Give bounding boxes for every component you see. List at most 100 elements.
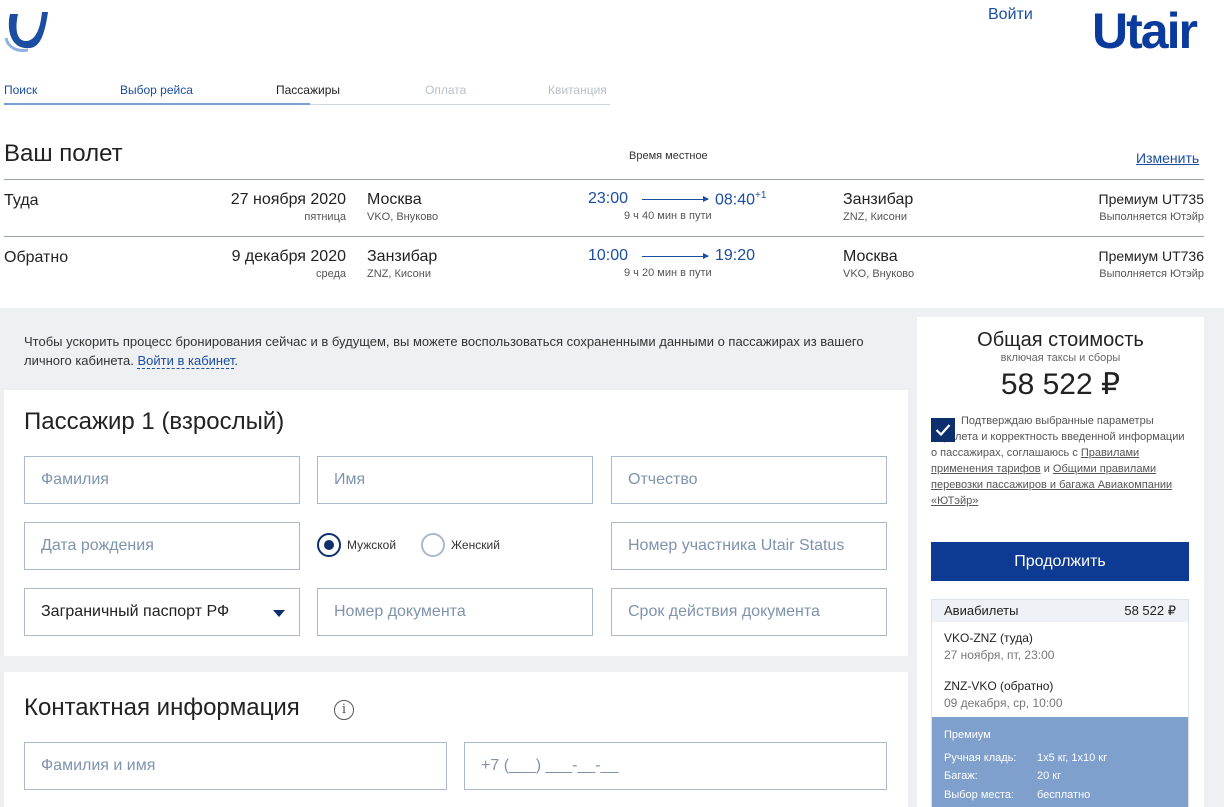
- leg-arrival-time: 08:40: [715, 191, 756, 209]
- steps-progress-bar: [4, 103, 310, 105]
- login-link[interactable]: Войти: [988, 6, 1033, 24]
- change-flight-link[interactable]: Изменить: [1136, 150, 1199, 166]
- cabinet-login-link[interactable]: Войти в кабинет: [137, 353, 235, 369]
- document-type-value: Заграничный паспорт РФ: [41, 603, 230, 620]
- agreement-text-1: Подтверждаю выбранные параметры перелета…: [931, 415, 1185, 459]
- status-number-field[interactable]: Номер участника Utair Status: [611, 522, 887, 570]
- booking-steps: Поиск Выбор рейса Пассажиры Оплата Квита…: [4, 83, 610, 105]
- fare-details: Премиум Ручная кладь: 1х5 кг, 1х10 кг Ба…: [932, 717, 1188, 807]
- middle-name-placeholder: Отчество: [628, 471, 698, 488]
- first-name-placeholder: Имя: [334, 471, 366, 488]
- summary-total: 58 522 ₽: [1000, 368, 1121, 401]
- tickets-amount: 58 522 ₽: [1124, 603, 1176, 618]
- fare-row-value: 1х5 кг, 1х10 кг: [1037, 752, 1108, 764]
- chevron-down-icon: [273, 610, 285, 617]
- gender-male-radio[interactable]: Мужской: [317, 533, 396, 557]
- fare-row-key: Выбор места:: [944, 789, 1015, 801]
- tickets-label: Авиабилеты: [944, 603, 1019, 618]
- fare-row-key: Багаж:: [944, 770, 978, 782]
- gender-female-radio[interactable]: Женский: [421, 533, 500, 557]
- document-expiry-placeholder: Срок действия документа: [628, 603, 820, 620]
- last-name-placeholder: Фамилия: [41, 471, 109, 488]
- gender-female-label: Женский: [451, 538, 500, 552]
- cabinet-note-period: .: [234, 353, 239, 368]
- ticket-when: 27 ноября, пт, 23:00: [944, 648, 1055, 662]
- leg-operator: Выполняется Ютэйр: [1099, 211, 1204, 223]
- radio-unchecked-icon: [421, 533, 445, 557]
- step-passengers: Пассажиры: [276, 83, 341, 97]
- leg-to-city: Москва: [843, 248, 898, 265]
- tickets-header: Авиабилеты 58 522 ₽: [932, 600, 1188, 622]
- agreement-checkbox[interactable]: [931, 418, 955, 442]
- leg-departure-time: 10:00: [588, 247, 629, 264]
- leg-from-airport: ZNZ, Кисони: [367, 268, 432, 280]
- leg-weekday: пятница: [304, 211, 346, 223]
- document-expiry-field[interactable]: Срок действия документа: [611, 588, 887, 636]
- arrow-right-icon: [642, 253, 709, 259]
- leg-departure-time: 23:00: [588, 190, 629, 207]
- fare-row-value: бесплатно: [1037, 789, 1091, 801]
- checkmark-icon: [935, 424, 951, 437]
- birth-date-placeholder: Дата рождения: [41, 537, 154, 554]
- leg-direction: Туда: [4, 192, 39, 209]
- leg-from-city: Занзибар: [367, 248, 438, 265]
- document-number-placeholder: Номер документа: [334, 603, 466, 620]
- fare-row-key: Ручная кладь:: [944, 752, 1017, 764]
- leg-from-city: Москва: [367, 191, 422, 208]
- agreement-text: Подтверждаю выбранные параметры перелета…: [931, 413, 1193, 509]
- leg-to-city: Занзибар: [843, 191, 914, 208]
- phone-placeholder: +7 (___) ___-__-__: [481, 757, 619, 774]
- tickets-breakdown: Авиабилеты 58 522 ₽ VKO-ZNZ (туда) 27 но…: [931, 599, 1189, 807]
- flight-section-title: Ваш полет: [4, 140, 123, 167]
- leg-day-offset: +1: [755, 190, 767, 201]
- step-receipt: Квитанция: [548, 83, 607, 97]
- middle-name-field[interactable]: Отчество: [611, 456, 887, 504]
- radio-checked-icon: [317, 533, 341, 557]
- birth-date-field[interactable]: Дата рождения: [24, 522, 300, 570]
- leg-arrival: 19:20: [715, 247, 755, 265]
- leg-fare: Премиум UT735: [1098, 191, 1204, 207]
- fare-row-value: 20 кг: [1037, 770, 1062, 782]
- leg-to-airport: ZNZ, Кисони: [843, 211, 908, 223]
- summary-subtitle: включая таксы и сборы: [1000, 352, 1121, 364]
- continue-button[interactable]: Продолжить: [931, 542, 1189, 581]
- leg-from-airport: VKO, Внуково: [367, 211, 439, 223]
- contact-name-field[interactable]: Фамилия и имя: [24, 742, 447, 790]
- first-name-field[interactable]: Имя: [317, 456, 593, 504]
- summary-title: Общая стоимость: [977, 329, 1144, 351]
- flight-leg-outbound: Туда 27 ноября 2020 пятница Москва VKO, …: [4, 179, 1204, 236]
- contact-form: Контактная информация i Фамилия и имя +7…: [4, 672, 908, 807]
- leg-arrival-time: 19:20: [715, 247, 756, 264]
- leg-fare: Премиум UT736: [1098, 248, 1204, 264]
- leg-operator: Выполняется Ютэйр: [1099, 268, 1204, 280]
- passenger-form: Пассажир 1 (взрослый) Фамилия Имя Отчест…: [4, 390, 908, 656]
- step-payment: Оплата: [425, 83, 467, 97]
- leg-duration: 9 ч 20 мин в пути: [624, 267, 712, 279]
- flight-leg-return: Обратно 9 декабря 2020 среда Занзибар ZN…: [4, 236, 1204, 293]
- fare-title: Премиум: [944, 729, 991, 741]
- leg-to-airport: VKO, Внуково: [843, 268, 915, 280]
- agreement-text-2: и: [1043, 463, 1050, 475]
- utair-logo-icon[interactable]: [4, 10, 50, 54]
- step-search[interactable]: Поиск: [4, 83, 37, 97]
- phone-field[interactable]: +7 (___) ___-__-__: [464, 742, 887, 790]
- cabinet-note: Чтобы ускорить процесс бронирования сейч…: [24, 332, 910, 370]
- leg-arrival: 08:40+1: [715, 190, 766, 209]
- price-summary-panel: Общая стоимость включая таксы и сборы 58…: [917, 317, 1204, 807]
- ticket-when: 09 декабря, ср, 10:00: [944, 696, 1063, 710]
- step-flight-select[interactable]: Выбор рейса: [120, 83, 193, 97]
- document-type-select[interactable]: Заграничный паспорт РФ: [24, 588, 300, 636]
- contact-name-placeholder: Фамилия и имя: [41, 757, 156, 774]
- last-name-field[interactable]: Фамилия: [24, 456, 300, 504]
- leg-weekday: среда: [315, 268, 346, 280]
- gender-male-label: Мужской: [347, 538, 397, 552]
- contact-title: Контактная информация: [24, 694, 300, 721]
- leg-duration: 9 ч 40 мин в пути: [624, 210, 712, 222]
- status-number-placeholder: Номер участника Utair Status: [628, 537, 845, 554]
- document-number-field[interactable]: Номер документа: [317, 588, 593, 636]
- brand-logo[interactable]: Utair: [1092, 2, 1198, 60]
- leg-direction: Обратно: [4, 249, 69, 266]
- info-icon[interactable]: i: [334, 700, 354, 720]
- arrow-right-icon: [642, 196, 709, 202]
- ticket-route: ZNZ-VKO (обратно): [944, 679, 1054, 693]
